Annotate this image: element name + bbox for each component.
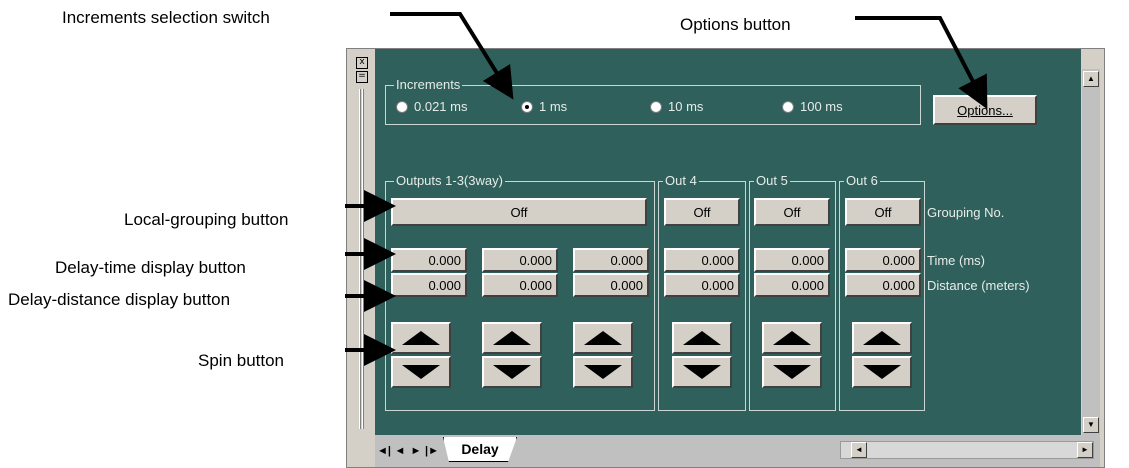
grouping-button-out5[interactable]: Off (754, 198, 830, 226)
delay-time-button-2[interactable]: 0.000 (482, 248, 558, 272)
delay-distance-button-5[interactable]: 0.000 (754, 273, 830, 297)
outputs-1-3-label: Outputs 1-3(3way) (394, 173, 505, 189)
arrow-down-icon (402, 365, 440, 379)
distance-label: Distance (meters) (927, 278, 1030, 293)
callout-increments-switch: Increments selection switch (62, 8, 270, 27)
scroll-right-icon[interactable]: ► (1077, 442, 1093, 458)
spin-up-button[interactable] (482, 322, 542, 354)
radio-1ms[interactable]: 1 ms (521, 99, 567, 114)
radio-label: 100 ms (800, 99, 843, 114)
restore-icon[interactable]: = (356, 71, 368, 83)
callout-delay-distance: Delay-distance display button (8, 290, 231, 309)
time-label: Time (ms) (927, 253, 986, 268)
radio-dot-icon (650, 100, 662, 113)
radio-label: 10 ms (668, 99, 704, 114)
callout-spin: Spin button (198, 351, 285, 370)
spin-up-button[interactable] (391, 322, 451, 354)
arrow-up-icon (584, 331, 622, 345)
radio-100ms[interactable]: 100 ms (782, 99, 843, 114)
delay-distance-button-2[interactable]: 0.000 (482, 273, 558, 297)
arrow-down-icon (773, 365, 811, 379)
grouping-button-out4[interactable]: Off (664, 198, 740, 226)
delay-distance-button-1[interactable]: 0.000 (391, 273, 467, 297)
sheet-tab-bar: ◄| ◄ ► |► Delay ◄ ► (375, 435, 1100, 467)
delay-time-button-1[interactable]: 0.000 (391, 248, 467, 272)
radio-label: 1 ms (539, 99, 568, 114)
spin-down-button[interactable] (391, 356, 451, 388)
spin-up-button[interactable] (573, 322, 633, 354)
close-icon[interactable]: x (356, 57, 368, 69)
delay-time-button-5[interactable]: 0.000 (754, 248, 830, 272)
radio-label: 0.021 ms (414, 99, 468, 114)
horizontal-scrollbar[interactable]: ◄ ► (840, 441, 1094, 459)
arrow-down-icon (863, 365, 901, 379)
out6-label: Out 6 (844, 173, 880, 189)
spin-down-button[interactable] (762, 356, 822, 388)
arrow-down-icon (493, 365, 531, 379)
spin-down-button[interactable] (852, 356, 912, 388)
spin-up-button[interactable] (852, 322, 912, 354)
grouping-button-outputs-1-3[interactable]: Off (391, 198, 647, 226)
options-button-label: Options... (957, 102, 1013, 118)
radio-10ms[interactable]: 10 ms (650, 99, 703, 114)
scroll-up-icon[interactable]: ▲ (1083, 71, 1099, 87)
radio-dot-icon (396, 100, 408, 113)
grouping-no-label: Grouping No. (927, 205, 1005, 220)
radio-0021ms[interactable]: 0.021 ms (396, 99, 467, 114)
delay-time-button-3[interactable]: 0.000 (573, 248, 649, 272)
options-button[interactable]: Options... (933, 95, 1037, 125)
delay-distance-button-6[interactable]: 0.000 (845, 273, 921, 297)
scroll-down-icon[interactable]: ▼ (1083, 417, 1099, 433)
callout-delay-time: Delay-time display button (55, 258, 246, 277)
increments-group-label: Increments (394, 77, 463, 93)
out4-label: Out 4 (663, 173, 699, 189)
out5-label: Out 5 (754, 173, 790, 189)
nav-prev-icon[interactable]: ◄ (393, 445, 407, 457)
window-grip[interactable] (359, 89, 365, 429)
radio-dot-icon (521, 100, 533, 113)
delay-window: x = Increments 0.021 ms 1 ms 10 ms 100 m… (346, 48, 1105, 468)
spin-down-button[interactable] (573, 356, 633, 388)
callout-local-grouping: Local-grouping button (124, 210, 289, 229)
spin-down-button[interactable] (672, 356, 732, 388)
nav-last-icon[interactable]: |► (425, 445, 439, 457)
arrow-up-icon (402, 331, 440, 345)
delay-panel: Increments 0.021 ms 1 ms 10 ms 100 ms Op… (375, 49, 1081, 435)
delay-distance-button-3[interactable]: 0.000 (573, 273, 649, 297)
nav-first-icon[interactable]: ◄| (377, 445, 391, 457)
arrow-down-icon (683, 365, 721, 379)
arrow-up-icon (773, 331, 811, 345)
tab-delay[interactable]: Delay (443, 437, 517, 462)
spin-up-button[interactable] (762, 322, 822, 354)
arrow-up-icon (683, 331, 721, 345)
callout-options-button: Options button (680, 15, 791, 34)
arrow-up-icon (493, 331, 531, 345)
delay-time-button-6[interactable]: 0.000 (845, 248, 921, 272)
radio-dot-icon (782, 100, 794, 113)
delay-distance-button-4[interactable]: 0.000 (664, 273, 740, 297)
vertical-scrollbar[interactable]: ▲ ▼ (1082, 69, 1100, 437)
arrow-down-icon (584, 365, 622, 379)
delay-time-button-4[interactable]: 0.000 (664, 248, 740, 272)
nav-next-icon[interactable]: ► (409, 445, 423, 457)
grouping-button-out6[interactable]: Off (845, 198, 921, 226)
spin-up-button[interactable] (672, 322, 732, 354)
increments-group: Increments 0.021 ms 1 ms 10 ms 100 ms (385, 77, 921, 125)
arrow-up-icon (863, 331, 901, 345)
spin-down-button[interactable] (482, 356, 542, 388)
scroll-left-icon[interactable]: ◄ (851, 442, 867, 458)
